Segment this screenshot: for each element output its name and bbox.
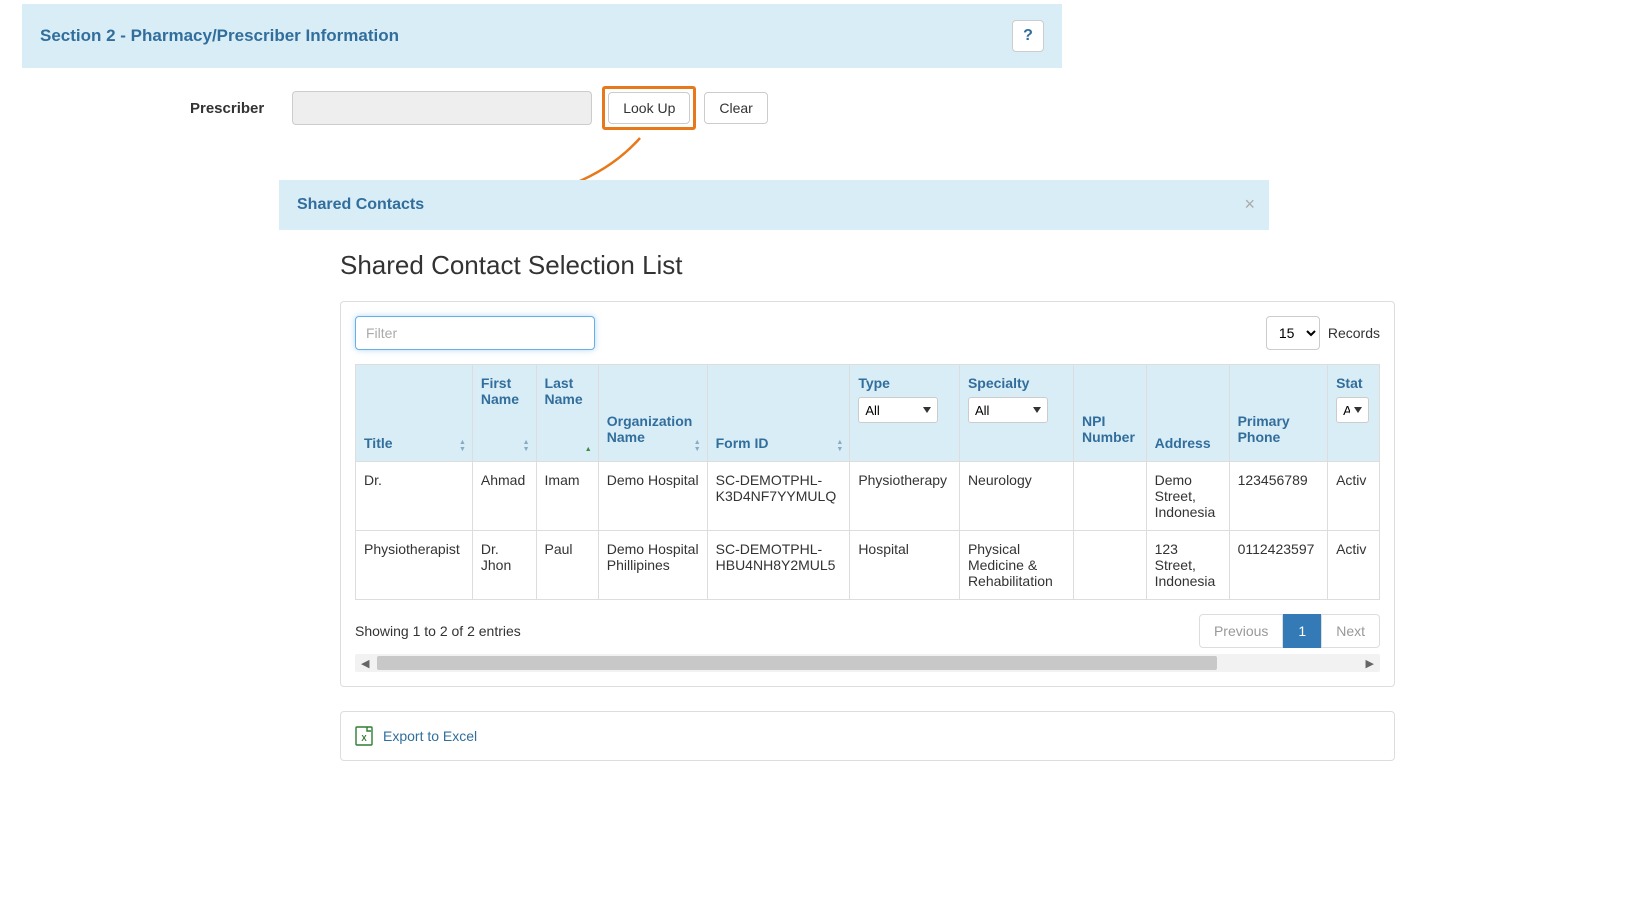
specialty-filter[interactable]: All	[968, 397, 1048, 423]
col-status[interactable]: Stat All	[1328, 365, 1380, 462]
table-info: Showing 1 to 2 of 2 entries	[355, 623, 521, 639]
section-title: Section 2 - Pharmacy/Prescriber Informat…	[40, 26, 399, 46]
col-type[interactable]: Type All	[850, 365, 960, 462]
col-last-name[interactable]: Last Name ▲	[536, 365, 598, 462]
scroll-left-icon[interactable]: ◀	[361, 657, 369, 670]
help-button[interactable]: ?	[1012, 20, 1044, 52]
table-card: 15 Records Title ▲▼ First Name ▲▼	[340, 301, 1395, 687]
col-org[interactable]: Organization Name ▲▼	[598, 365, 707, 462]
col-form-id[interactable]: Form ID ▲▼	[707, 365, 850, 462]
table-row[interactable]: Physiotherapist Dr. Jhon Paul Demo Hospi…	[356, 531, 1380, 600]
col-phone[interactable]: Primary Phone	[1229, 365, 1328, 462]
type-filter[interactable]: All	[858, 397, 938, 423]
export-to-excel-link[interactable]: Export to Excel	[383, 728, 477, 744]
col-npi[interactable]: NPI Number	[1074, 365, 1147, 462]
export-card: X Export to Excel	[340, 711, 1395, 761]
prescriber-row: Prescriber Look Up Clear	[190, 86, 1628, 130]
scroll-thumb[interactable]	[377, 656, 1217, 670]
horizontal-scrollbar[interactable]: ◀ ▶	[355, 654, 1380, 672]
scroll-right-icon[interactable]: ▶	[1366, 657, 1374, 670]
col-first-name[interactable]: First Name ▲▼	[472, 365, 536, 462]
section-header: Section 2 - Pharmacy/Prescriber Informat…	[22, 4, 1062, 68]
pagination: Previous 1 Next	[1199, 614, 1380, 648]
shared-contacts-header: Shared Contacts ×	[279, 180, 1269, 230]
col-address[interactable]: Address	[1146, 365, 1229, 462]
status-filter[interactable]: All	[1336, 397, 1369, 423]
clear-button[interactable]: Clear	[704, 92, 767, 124]
filter-input[interactable]	[355, 316, 595, 350]
next-button[interactable]: Next	[1321, 614, 1380, 648]
table-footer: Showing 1 to 2 of 2 entries Previous 1 N…	[355, 614, 1380, 648]
sort-icon: ▲	[585, 446, 592, 453]
prescriber-input[interactable]	[292, 91, 592, 125]
page-title: Shared Contact Selection List	[340, 250, 1405, 281]
lookup-highlight: Look Up	[602, 86, 696, 130]
excel-icon: X	[355, 726, 373, 746]
col-title[interactable]: Title ▲▼	[356, 365, 473, 462]
table-toolbar: 15 Records	[355, 316, 1380, 350]
sort-icon: ▲▼	[694, 439, 701, 453]
close-icon[interactable]: ×	[1244, 194, 1255, 215]
records-label: Records	[1328, 325, 1380, 341]
shared-contacts-title: Shared Contacts	[297, 196, 424, 213]
contacts-table: Title ▲▼ First Name ▲▼ Last Name ▲ Organ…	[355, 364, 1380, 600]
svg-text:X: X	[361, 734, 367, 743]
previous-button[interactable]: Previous	[1199, 614, 1283, 648]
page-1-button[interactable]: 1	[1283, 614, 1321, 648]
table-row[interactable]: Dr. Ahmad Imam Demo Hospital SC-DEMOTPHL…	[356, 462, 1380, 531]
lookup-button[interactable]: Look Up	[608, 92, 690, 124]
col-specialty[interactable]: Specialty All	[959, 365, 1073, 462]
sort-icon: ▲▼	[836, 439, 843, 453]
records-select[interactable]: 15	[1266, 316, 1320, 350]
sort-icon: ▲▼	[523, 439, 530, 453]
sort-icon: ▲▼	[459, 439, 466, 453]
prescriber-label: Prescriber	[190, 100, 264, 117]
